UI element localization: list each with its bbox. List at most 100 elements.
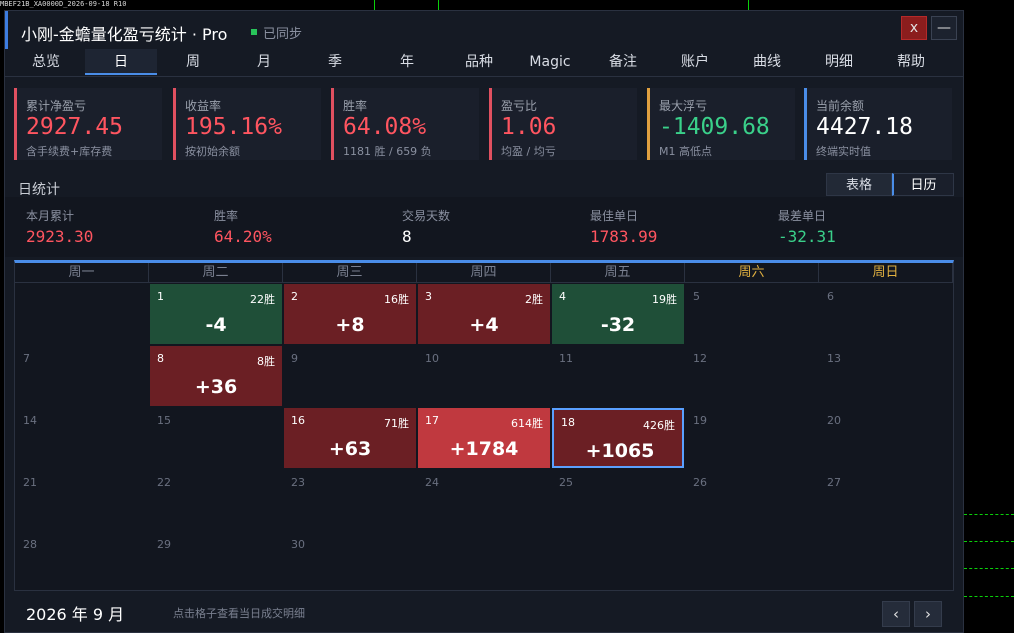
- stat-card-label: 收益率: [185, 99, 222, 113]
- day-wins: 614胜: [511, 417, 543, 430]
- summary-label: 本月累计: [26, 209, 75, 223]
- calendar-day-cell[interactable]: 13: [820, 346, 952, 406]
- calendar-day-cell[interactable]: 23: [284, 470, 416, 530]
- view-calendar-button[interactable]: 日历: [892, 173, 954, 196]
- prev-month-button[interactable]: ‹: [882, 601, 910, 627]
- summary-item: 胜率 64.20%: [214, 207, 272, 246]
- calendar-day-cell[interactable]: 30: [284, 532, 416, 592]
- calendar-day-cell[interactable]: 26: [686, 470, 818, 530]
- stat-card-label: 最大浮亏: [659, 99, 708, 113]
- background-chart-gridline: [964, 514, 1014, 515]
- calendar-day-cell[interactable]: 28: [16, 532, 148, 592]
- tab-9[interactable]: 账户: [659, 49, 731, 75]
- day-number: 14: [23, 414, 37, 427]
- sync-dot-icon: [251, 29, 257, 35]
- day-number: 9: [291, 352, 298, 365]
- tab-8[interactable]: 备注: [587, 49, 659, 75]
- stat-card: 盈亏比 1.06 均盈 / 均亏: [489, 88, 637, 160]
- weekday-header: 周三: [283, 263, 417, 283]
- calendar-day-cell[interactable]: 4 19胜 -32: [552, 284, 684, 344]
- calendar-day-cell[interactable]: 15: [150, 408, 282, 468]
- calendar-day-cell[interactable]: 25: [552, 470, 684, 530]
- stat-card-value: -1409.68: [659, 114, 770, 140]
- calendar-day-cell[interactable]: 18 426胜 +1065: [552, 408, 684, 468]
- day-number: 4: [559, 290, 566, 303]
- day-wins: 8胜: [257, 355, 275, 368]
- weekday-header: 周日: [819, 263, 953, 283]
- summary-value: -32.31: [778, 227, 836, 246]
- summary-item: 交易天数 8: [402, 207, 450, 246]
- day-wins: 19胜: [652, 293, 677, 306]
- day-number: 12: [693, 352, 707, 365]
- tab-2[interactable]: 周: [157, 49, 229, 75]
- next-month-button[interactable]: ›: [914, 601, 942, 627]
- calendar-day-cell[interactable]: 3 2胜 +4: [418, 284, 550, 344]
- calendar-day-cell[interactable]: 6: [820, 284, 952, 344]
- stat-card-subtext: M1 高低点: [659, 145, 712, 158]
- summary-item: 最佳单日 1783.99: [590, 207, 657, 246]
- day-number: 28: [23, 538, 37, 551]
- day-number: 22: [157, 476, 171, 489]
- calendar-day-cell[interactable]: 11: [552, 346, 684, 406]
- calendar-day-cell[interactable]: 9: [284, 346, 416, 406]
- tab-1[interactable]: 日: [85, 49, 157, 75]
- summary-value: 1783.99: [590, 227, 658, 246]
- day-number: 8: [157, 352, 164, 365]
- calendar-grid: 周一 周二 周三 周四 周五 周六 周日 1 22胜 -4 2 16胜 +8 3 2胜 +4 4 19胜 -32 5 6…: [14, 260, 954, 591]
- window-title: 小刚-金蟾量化盈亏统计 · Pro: [21, 25, 228, 44]
- calendar-day-cell[interactable]: 5: [686, 284, 818, 344]
- calendar-day-cell[interactable]: 14: [16, 408, 148, 468]
- weekday-header: 周一: [15, 263, 149, 283]
- tab-0[interactable]: 总览: [10, 49, 82, 75]
- minimize-button[interactable]: —: [931, 16, 957, 40]
- tab-12[interactable]: 帮助: [875, 49, 947, 75]
- calendar-day-cell[interactable]: 27: [820, 470, 952, 530]
- close-button[interactable]: x: [901, 16, 927, 40]
- tab-10[interactable]: 曲线: [731, 49, 803, 75]
- background-chart-gridline: [964, 541, 1014, 542]
- calendar-day-cell[interactable]: 24: [418, 470, 550, 530]
- month-summary: 本月累计 2923.30 胜率 64.20% 交易天数 8 最佳单日 1783.99 最差单日 -…: [5, 197, 963, 257]
- stat-card-label: 胜率: [343, 99, 368, 113]
- stat-card-subtext: 终端实时值: [816, 145, 871, 158]
- tab-3[interactable]: 月: [228, 49, 300, 75]
- day-number: 20: [827, 414, 841, 427]
- calendar-day-cell[interactable]: 8 8胜 +36: [150, 346, 282, 406]
- tab-7[interactable]: Magic: [514, 49, 586, 75]
- weekday-header: 周四: [417, 263, 551, 283]
- sync-status-label: 已同步: [263, 27, 303, 42]
- calendar-day-cell[interactable]: 1 22胜 -4: [150, 284, 282, 344]
- stat-card-value: 195.16%: [185, 114, 282, 140]
- summary-value: 8: [402, 227, 412, 246]
- stat-card: 最大浮亏 -1409.68 M1 高低点: [647, 88, 795, 160]
- background-chart-gridline: [964, 568, 1014, 569]
- calendar-day-cell[interactable]: 21: [16, 470, 148, 530]
- tab-11[interactable]: 明细: [803, 49, 875, 75]
- calendar-day-cell[interactable]: 2 16胜 +8: [284, 284, 416, 344]
- background-chart-strip: [0, 0, 1014, 10]
- tab-5[interactable]: 年: [371, 49, 443, 75]
- stat-card: 当前余额 4427.18 终端实时值: [804, 88, 952, 160]
- calendar-day-cell[interactable]: 19: [686, 408, 818, 468]
- day-number: 24: [425, 476, 439, 489]
- calendar-day-cell[interactable]: 29: [150, 532, 282, 592]
- background-chart-label: MBEF21B_XA0000D_2026-09-18 R10: [0, 0, 127, 8]
- calendar-day-cell[interactable]: 12: [686, 346, 818, 406]
- day-pnl: +36: [194, 376, 238, 398]
- day-pnl: +8: [335, 314, 365, 336]
- tab-6[interactable]: 品种: [443, 49, 515, 75]
- calendar-day-cell[interactable]: 17 614胜 +1784: [418, 408, 550, 468]
- calendar-day-cell[interactable]: 20: [820, 408, 952, 468]
- calendar-day-cell[interactable]: 22: [150, 470, 282, 530]
- day-number: 21: [23, 476, 37, 489]
- day-number: 11: [559, 352, 573, 365]
- calendar-day-cell[interactable]: 7: [16, 346, 148, 406]
- stat-card-label: 累计净盈亏: [26, 99, 87, 113]
- view-table-button[interactable]: 表格: [826, 173, 892, 196]
- day-wins: 71胜: [384, 417, 409, 430]
- title-bar[interactable]: 小刚-金蟾量化盈亏统计 · Pro 已同步 x —: [5, 11, 963, 49]
- calendar-day-cell[interactable]: 10: [418, 346, 550, 406]
- calendar-day-cell[interactable]: 16 71胜 +63: [284, 408, 416, 468]
- tab-4[interactable]: 季: [299, 49, 371, 75]
- day-number: 1: [157, 290, 164, 303]
